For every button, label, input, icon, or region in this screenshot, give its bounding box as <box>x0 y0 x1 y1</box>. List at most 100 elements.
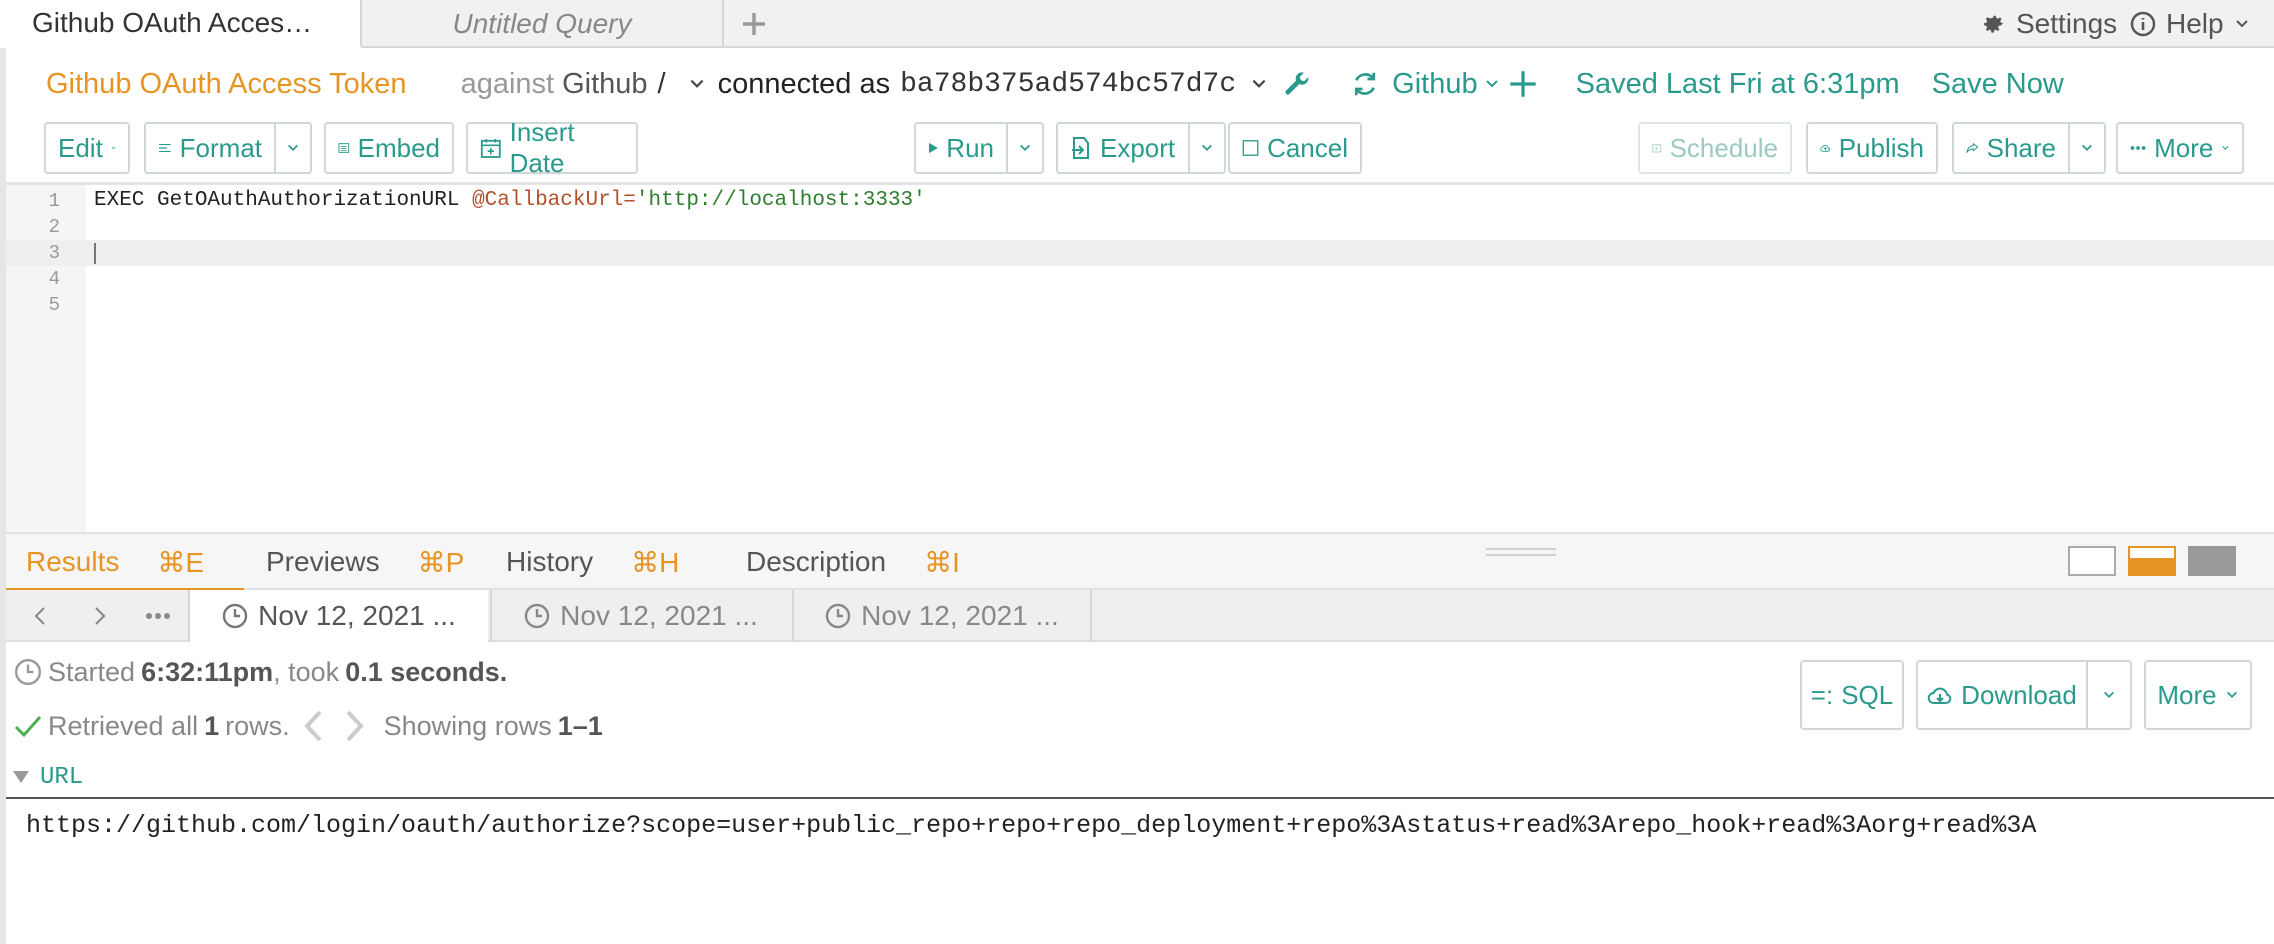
run-tab-label: Nov 12, 2021 ... <box>258 600 456 631</box>
export-dropdown-button[interactable] <box>1188 122 1226 174</box>
play-icon <box>929 142 938 154</box>
datasource-selector[interactable]: Github <box>1392 68 1477 101</box>
tab-previews[interactable]: Previews ⌘P <box>266 534 464 590</box>
resize-handle[interactable] <box>1486 548 1556 556</box>
code-string: 'http://localhost:3333' <box>635 189 926 212</box>
sql-editor[interactable]: 1 EXEC GetOAuthAuthorizationURL @Callbac… <box>6 182 2274 532</box>
square-icon <box>1242 140 1259 156</box>
more-button[interactable]: More <box>2116 122 2244 174</box>
cloud-upload-icon <box>1820 144 1830 152</box>
tab-label: Previews <box>266 546 380 577</box>
tab-github-oauth[interactable]: Github OAuth Acces… <box>0 0 362 48</box>
chevron-left-icon[interactable] <box>302 709 324 743</box>
column-header-url[interactable]: URL <box>12 760 83 794</box>
editor-line-active[interactable]: 3 <box>6 240 2274 266</box>
rows-status: Retrieved all 1 rows. Showing rows 1–1 <box>14 706 603 746</box>
editor-line[interactable]: 5 <box>6 292 2274 318</box>
run-tab[interactable]: Nov 12, 2021 ... <box>490 590 790 642</box>
text-cursor <box>94 243 96 264</box>
prev-run-button[interactable] <box>12 590 68 642</box>
add-tab-button[interactable] <box>734 4 774 44</box>
took-label: , took <box>273 656 340 687</box>
embed-button[interactable]: Embed <box>324 122 454 174</box>
editor-line[interactable]: 2 <box>6 214 2274 240</box>
schedule-icon <box>1652 144 1662 153</box>
connected-as-label: connected as <box>717 67 891 100</box>
tab-history[interactable]: History ⌘H <box>506 534 679 590</box>
results-more-button[interactable]: More <box>2144 660 2252 730</box>
code-keyword: EXEC GetOAuthAuthorizationURL <box>94 189 473 212</box>
share-dropdown-button[interactable] <box>2068 122 2106 174</box>
editor-line[interactable]: 1 EXEC GetOAuthAuthorizationURL @Callbac… <box>6 188 2274 214</box>
chevron-down-icon <box>2226 691 2237 698</box>
tab-label: Results <box>26 546 120 577</box>
wrench-icon[interactable] <box>1282 69 1312 99</box>
settings-menu[interactable]: Settings <box>1980 0 2117 48</box>
sql-button[interactable]: =: SQL <box>1800 660 1904 730</box>
layout-editor-only-button[interactable] <box>2068 546 2116 576</box>
format-button[interactable]: Format <box>144 122 276 174</box>
edit-button[interactable]: Edit <box>44 122 130 174</box>
chevron-right-icon <box>95 607 106 625</box>
sql-label: SQL <box>1841 679 1894 710</box>
started-label: Started <box>48 656 136 687</box>
share-button[interactable]: Share <box>1952 122 2070 174</box>
run-button[interactable]: Run <box>914 122 1008 174</box>
more-runs-button[interactable] <box>130 590 186 642</box>
editor-line[interactable]: 4 <box>6 266 2274 292</box>
export-button[interactable]: Export <box>1056 122 1190 174</box>
code-param: @CallbackUrl <box>472 189 624 212</box>
save-now-button[interactable]: Save Now <box>1932 68 2064 101</box>
datasource-name[interactable]: Github <box>562 68 647 101</box>
run-tab[interactable]: Nov 12, 2021 ... <box>188 590 488 642</box>
format-dropdown-button[interactable] <box>274 122 312 174</box>
saved-status: Saved Last Fri at 6:31pm <box>1575 67 1900 100</box>
plus-icon <box>743 13 765 35</box>
plus-icon[interactable] <box>1508 69 1538 99</box>
connection-id[interactable]: ba78b375ad574bc57d7c <box>900 69 1236 100</box>
insert-date-label: Insert Date <box>509 117 575 178</box>
calendar-icon <box>480 139 501 158</box>
chevron-right-icon[interactable] <box>344 709 366 743</box>
settings-label: Settings <box>2016 8 2118 39</box>
tab-label: Untitled Query <box>452 8 632 39</box>
results-tab-bar: Results ⌘E Previews ⌘P History ⌘H Descri… <box>5 532 2274 592</box>
layout-split-fill <box>2130 558 2174 574</box>
chevron-down-icon <box>2104 691 2114 698</box>
schedule-label: Schedule <box>1669 132 1778 163</box>
export-label: Export <box>1100 132 1176 163</box>
result-cell-url[interactable]: https://github.com/login/oauth/authorize… <box>26 808 2270 844</box>
query-tab-strip: Github OAuth Acces… Untitled Query Setti… <box>0 0 2274 48</box>
help-menu[interactable]: Help <box>2130 0 2250 48</box>
triangle-down-icon[interactable] <box>12 769 30 785</box>
tab-description[interactable]: Description ⌘I <box>746 534 960 590</box>
download-dropdown-button[interactable] <box>2086 660 2132 730</box>
showing-label: Showing rows <box>383 710 552 741</box>
path-separator: / <box>657 67 666 100</box>
line-number: 4 <box>48 268 60 290</box>
chevron-down-icon[interactable] <box>1484 76 1500 92</box>
cloud-download-icon <box>1927 687 1952 704</box>
shortcut-key: ⌘H <box>631 546 680 578</box>
row-count: 1 <box>204 710 220 741</box>
insert-date-button[interactable]: Insert Date <box>466 117 638 178</box>
download-button[interactable]: Download <box>1916 660 2088 730</box>
chevron-down-icon[interactable] <box>688 75 706 93</box>
layout-results-only-button[interactable] <box>2188 546 2236 576</box>
query-title[interactable]: Github OAuth Access Token <box>46 68 407 101</box>
chevron-down-icon[interactable] <box>1250 75 1268 93</box>
against-label: against <box>460 67 555 100</box>
clock-icon <box>14 658 42 686</box>
cancel-button[interactable]: Cancel <box>1228 122 1362 174</box>
showing-range: 1–1 <box>557 710 603 741</box>
next-run-button[interactable] <box>72 590 128 642</box>
publish-button[interactable]: Publish <box>1806 122 1938 174</box>
layout-split-button[interactable] <box>2128 546 2176 576</box>
refresh-icon[interactable] <box>1350 69 1380 99</box>
run-tab[interactable]: Nov 12, 2021 ... <box>792 590 1092 642</box>
schedule-button[interactable]: Schedule <box>1638 122 1792 174</box>
run-tab-label: Nov 12, 2021 ... <box>861 600 1059 631</box>
tab-untitled-query[interactable]: Untitled Query <box>362 0 724 48</box>
run-dropdown-button[interactable] <box>1006 122 1044 174</box>
tab-results[interactable]: Results ⌘E <box>5 534 245 592</box>
